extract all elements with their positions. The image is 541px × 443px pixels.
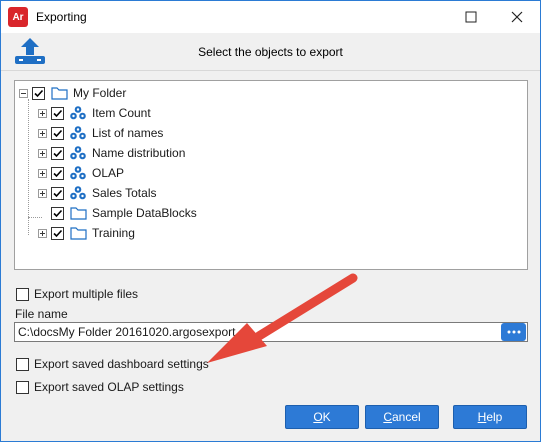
ok-mnemonic: O [313,410,323,424]
datablock-icon [69,125,87,141]
tree-node-label: List of names [92,126,164,140]
expand-icon[interactable] [38,108,47,118]
checkmark-icon [53,109,63,117]
window-controls [448,1,540,33]
help-button[interactable]: Help [453,405,527,429]
tree-node-label: Item Count [92,106,151,120]
export-olap-settings-checkbox[interactable] [16,380,29,394]
file-name-label: File name [15,307,68,321]
tree-checkbox[interactable] [32,86,45,100]
maximize-button[interactable] [448,1,494,33]
close-button[interactable] [494,1,540,33]
tree-connector [28,99,29,235]
tree-checkbox[interactable] [51,186,64,200]
tree-checkbox[interactable] [51,126,64,140]
export-olap-settings-label: Export saved OLAP settings [34,380,184,394]
title-bar[interactable]: Ar Exporting [1,1,540,33]
cancel-label-rest: ancel [391,410,421,424]
export-multiple-files-option[interactable]: Export multiple files [16,287,138,301]
checkmark-icon [53,169,63,177]
tree-checkbox[interactable] [51,226,64,240]
datablock-icon [69,105,87,121]
tree-node-label: My Folder [73,86,127,100]
tree-node-name-distribution[interactable]: Name distribution [38,144,185,162]
tree-node-item-count[interactable]: Item Count [38,104,151,122]
datablock-icon [69,145,87,161]
tree-checkbox[interactable] [51,106,64,120]
ok-label-rest: K [322,410,331,424]
expand-icon[interactable] [38,128,47,138]
tree-node-label: Sales Totals [92,186,157,200]
folder-icon [69,205,87,221]
export-dashboard-settings-checkbox[interactable] [16,357,29,371]
ellipsis-icon [507,330,520,334]
expand-icon[interactable] [38,228,47,238]
expand-icon[interactable] [38,188,47,198]
collapse-icon[interactable] [19,88,28,98]
tree-node-label: Sample DataBlocks [92,206,197,220]
expand-icon[interactable] [38,168,47,178]
maximize-icon [465,11,477,23]
export-dialog: Ar Exporting Select the objects to expor… [0,0,541,442]
export-dashboard-settings-option[interactable]: Export saved dashboard settings [16,357,209,371]
export-olap-settings-option[interactable]: Export saved OLAP settings [16,380,184,394]
checkmark-icon [34,89,44,97]
tree-node-olap[interactable]: OLAP [38,164,124,182]
header-instruction: Select the objects to export [198,45,343,59]
folder-icon [69,225,87,241]
export-dashboard-settings-label: Export saved dashboard settings [34,357,209,371]
argos-app-icon: Ar [8,7,28,27]
export-multiple-files-label: Export multiple files [34,287,139,301]
cancel-button[interactable]: Cancel [365,405,439,429]
window-title: Exporting [36,10,87,24]
tree-node-training[interactable]: Training [38,224,135,242]
checkmark-icon [53,149,63,157]
tree-checkbox[interactable] [51,166,64,180]
tree-node-label: Name distribution [92,146,186,160]
tree-node-label: Training [92,226,135,240]
export-multiple-files-checkbox[interactable] [16,287,29,301]
tree-node-sample-datablocks[interactable]: Sample DataBlocks [51,204,197,222]
tree-connector [28,217,42,218]
tree-node-sales-totals[interactable]: Sales Totals [38,184,156,202]
file-name-input[interactable]: C:\docsMy Folder 20161020.argosexport [14,322,528,342]
checkmark-icon [53,209,63,217]
datablock-icon [69,185,87,201]
cancel-mnemonic: C [383,410,392,424]
help-mnemonic: H [477,410,487,424]
close-icon [511,11,523,23]
checkmark-icon [53,129,63,137]
datablock-icon [69,165,87,181]
checkmark-icon [53,189,63,197]
tree-checkbox[interactable] [51,206,64,220]
header-band: Select the objects to export [1,33,540,71]
checkmark-icon [53,229,63,237]
tree-node-list-of-names[interactable]: List of names [38,124,163,142]
tree-node-root[interactable]: My Folder [19,84,126,102]
tree-checkbox[interactable] [51,146,64,160]
ok-button[interactable]: OK [285,405,359,429]
expand-icon[interactable] [38,148,47,158]
folder-icon [50,85,68,101]
help-label-rest: elp [486,410,503,424]
tree-node-label: OLAP [92,166,125,180]
export-tree[interactable]: My Folder Item Count List of names Name … [14,80,528,270]
browse-button[interactable] [501,323,526,341]
